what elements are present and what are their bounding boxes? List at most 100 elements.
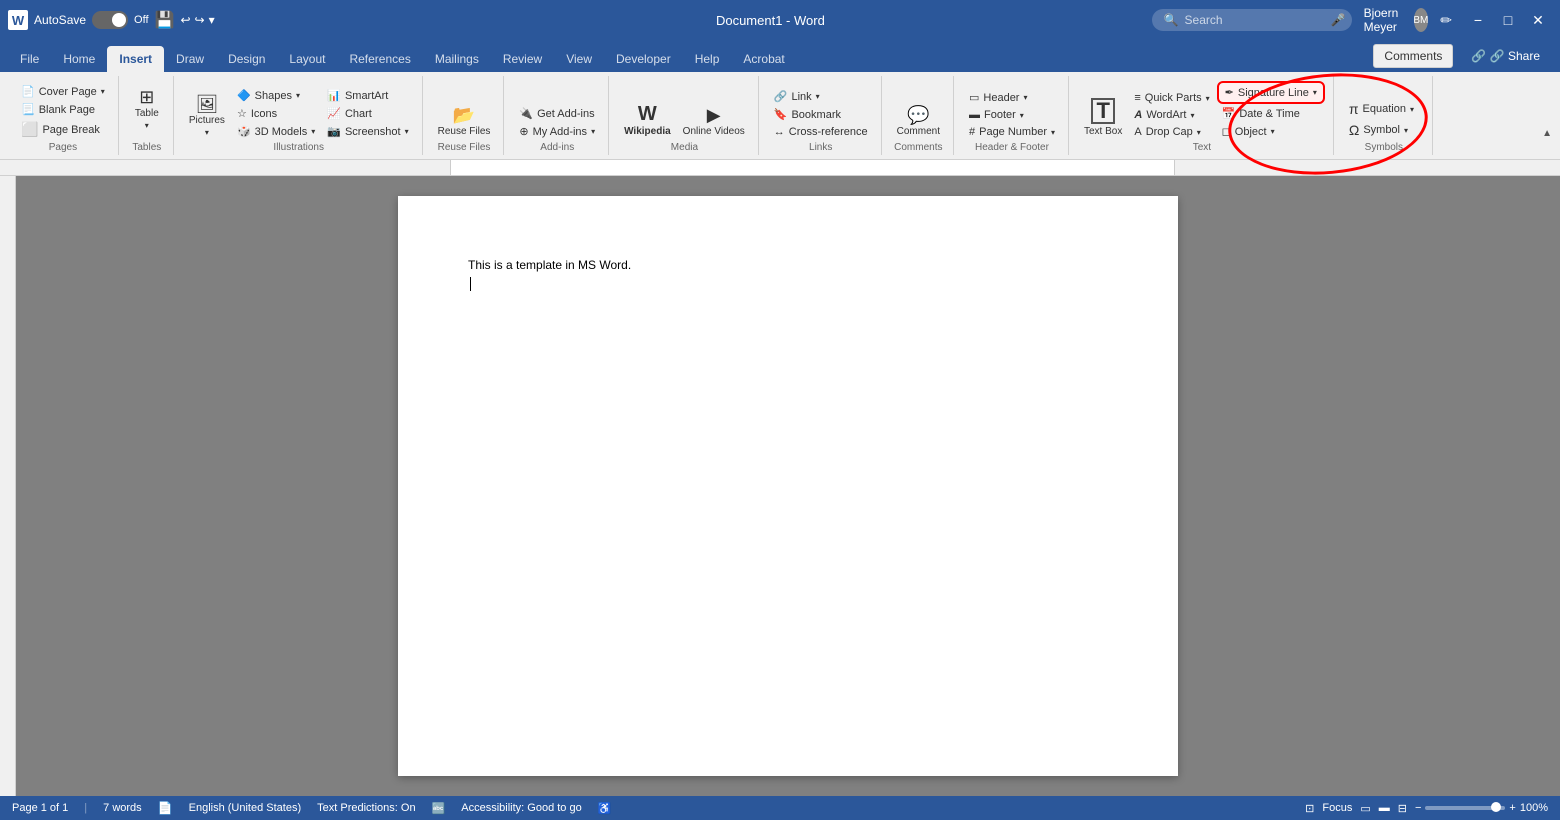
comment-button[interactable]: 💬 Comment <box>892 103 945 140</box>
minimize-button[interactable]: − <box>1464 6 1492 34</box>
tab-insert[interactable]: Insert <box>107 46 164 72</box>
table-button[interactable]: ⊞ Table ▾ <box>129 85 165 133</box>
header-button[interactable]: ▭ Header ▾ <box>964 89 1060 106</box>
media-group-label: Media <box>619 142 750 153</box>
screenshot-button[interactable]: 📷 Screenshot ▾ <box>322 123 413 140</box>
user-name: Bjoern Meyer <box>1364 6 1408 34</box>
doc-stats-icon[interactable]: 📄 <box>158 801 173 815</box>
horizontal-ruler <box>0 160 1560 176</box>
my-add-ins-icon: ⊕ <box>519 125 528 138</box>
my-add-ins-button[interactable]: ⊕ My Add-ins ▾ <box>514 123 600 140</box>
tab-view[interactable]: View <box>554 46 604 72</box>
tab-draw[interactable]: Draw <box>164 46 216 72</box>
page[interactable]: This is a template in MS Word. <box>398 196 1178 776</box>
search-input[interactable] <box>1185 13 1325 27</box>
undo-redo: ↩ ↪ ▾ <box>180 13 214 27</box>
zoom-slider[interactable] <box>1425 806 1505 810</box>
maximize-button[interactable]: □ <box>1494 6 1522 34</box>
online-videos-button[interactable]: ▶ Online Videos <box>678 103 750 140</box>
quick-parts-button[interactable]: ≡ Quick Parts ▾ <box>1129 90 1214 106</box>
tab-acrobat[interactable]: Acrobat <box>731 46 796 72</box>
date-time-button[interactable]: 📅 Date & Time <box>1217 105 1325 122</box>
page-break-button[interactable]: ⬜ Page Break <box>16 119 110 140</box>
blank-page-button[interactable]: 📃 Blank Page <box>16 101 110 118</box>
cover-page-button[interactable]: 📄 Cover Page ▾ <box>16 83 110 100</box>
pictures-icon: 🖼 <box>195 95 218 113</box>
3d-models-button[interactable]: 🎲 3D Models ▾ <box>232 123 320 140</box>
bookmark-button[interactable]: 🔖 Bookmark <box>769 106 873 123</box>
settings-icon[interactable]: ✏ <box>1440 12 1452 29</box>
footer-arrow: ▾ <box>1020 111 1024 120</box>
autosave-toggle[interactable] <box>92 11 128 29</box>
page-content[interactable]: This is a template in MS Word. <box>468 256 1108 292</box>
tab-references[interactable]: References <box>337 46 422 72</box>
tab-home[interactable]: Home <box>51 46 107 72</box>
redo-icon[interactable]: ↪ <box>195 13 205 27</box>
tab-developer[interactable]: Developer <box>604 46 683 72</box>
ribbon-group-header-footer: ▭ Header ▾ ▬ Footer ▾ # Page Number ▾ <box>956 76 1069 155</box>
drop-cap-button[interactable]: A Drop Cap ▾ <box>1129 124 1214 140</box>
wordart-button[interactable]: A WordArt ▾ <box>1129 107 1214 123</box>
status-bar: Page 1 of 1 | 7 words 📄 English (United … <box>0 796 1560 820</box>
get-add-ins-button[interactable]: 🔌 Get Add-ins <box>514 105 600 122</box>
text-box-button[interactable]: T Text Box <box>1079 95 1127 140</box>
comments-group-label: Comments <box>892 142 945 153</box>
ribbon-group-symbols: π Equation ▾ Ω Symbol ▾ Symbols <box>1336 76 1433 155</box>
footer-button[interactable]: ▬ Footer ▾ <box>964 107 1060 123</box>
two-page-view-icon[interactable]: ▬ <box>1379 802 1390 814</box>
spell-check-icon[interactable]: 🔤 <box>432 802 446 815</box>
mic-icon[interactable]: 🎤 <box>1331 13 1346 27</box>
undo-icon[interactable]: ↩ <box>180 13 190 27</box>
text-group-label: Text <box>1079 142 1325 153</box>
drop-cap-arrow: ▾ <box>1197 128 1201 137</box>
pictures-button[interactable]: 🖼 Pictures ▾ <box>184 92 230 140</box>
zoom-out-icon[interactable]: − <box>1415 802 1421 814</box>
footer-icon: ▬ <box>969 109 980 121</box>
cover-page-icon: 📄 <box>21 85 35 98</box>
link-button[interactable]: 🔗 Link ▾ <box>769 88 873 105</box>
cross-reference-button[interactable]: ↔ Cross-reference <box>769 124 873 140</box>
share-button[interactable]: 🔗 🔗 Share <box>1459 45 1552 67</box>
ribbon-expand[interactable]: ▲ <box>1542 76 1552 155</box>
save-icon[interactable]: 💾 <box>155 10 175 30</box>
zoom-in-icon[interactable]: + <box>1509 802 1515 814</box>
chart-button[interactable]: 📈 Chart <box>322 105 413 122</box>
signature-line-button[interactable]: ✒ Signature Line ▾ <box>1217 81 1325 104</box>
user-info: Bjoern Meyer BM <box>1364 6 1429 34</box>
ribbon-group-tables: ⊞ Table ▾ Tables <box>121 76 174 155</box>
symbol-icon: Ω <box>1349 122 1359 138</box>
dropdown-icon[interactable]: ▾ <box>209 13 215 27</box>
focus-icon[interactable]: ⊡ <box>1305 802 1314 815</box>
pictures-arrow: ▾ <box>205 128 209 137</box>
tab-help[interactable]: Help <box>683 46 732 72</box>
single-page-view-icon[interactable]: ▭ <box>1360 802 1370 815</box>
avatar: BM <box>1414 8 1429 32</box>
document-area[interactable]: This is a template in MS Word. <box>16 176 1560 796</box>
symbol-button[interactable]: Ω Symbol ▾ <box>1344 120 1424 140</box>
reuse-files-button[interactable]: 📂 Reuse Files <box>433 103 496 140</box>
shapes-button[interactable]: 🔷 Shapes ▾ <box>232 87 320 104</box>
page-number-button[interactable]: # Page Number ▾ <box>964 124 1060 140</box>
search-box[interactable]: 🔍 🎤 <box>1152 9 1352 31</box>
title-bar: W AutoSave Off 💾 ↩ ↪ ▾ Document1 - Word … <box>0 0 1560 40</box>
close-button[interactable]: ✕ <box>1524 6 1552 34</box>
tab-design[interactable]: Design <box>216 46 277 72</box>
page-break-icon: ⬜ <box>21 121 38 138</box>
wikipedia-button[interactable]: W Wikipedia <box>619 101 676 140</box>
zoom-percent: 100% <box>1520 802 1548 814</box>
chart-icon: 📈 <box>327 107 341 120</box>
object-button[interactable]: ◻ Object ▾ <box>1217 123 1325 140</box>
share-label: 🔗 Share <box>1490 49 1540 63</box>
tab-layout[interactable]: Layout <box>277 46 337 72</box>
icons-button[interactable]: ☆ Icons <box>232 105 320 122</box>
tab-mailings[interactable]: Mailings <box>423 46 491 72</box>
web-view-icon[interactable]: ⊟ <box>1398 802 1407 815</box>
equation-button[interactable]: π Equation ▾ <box>1344 99 1424 119</box>
page-num-arrow: ▾ <box>1051 128 1055 137</box>
tab-review[interactable]: Review <box>491 46 554 72</box>
smartart-button[interactable]: 📊 SmartArt <box>322 87 413 104</box>
comments-button[interactable]: Comments <box>1373 44 1453 68</box>
tab-file[interactable]: File <box>8 46 51 72</box>
accessibility-icon[interactable]: ♿ <box>598 802 612 815</box>
status-bar-right: ⊡ Focus ▭ ▬ ⊟ − + 100% <box>1305 802 1548 815</box>
